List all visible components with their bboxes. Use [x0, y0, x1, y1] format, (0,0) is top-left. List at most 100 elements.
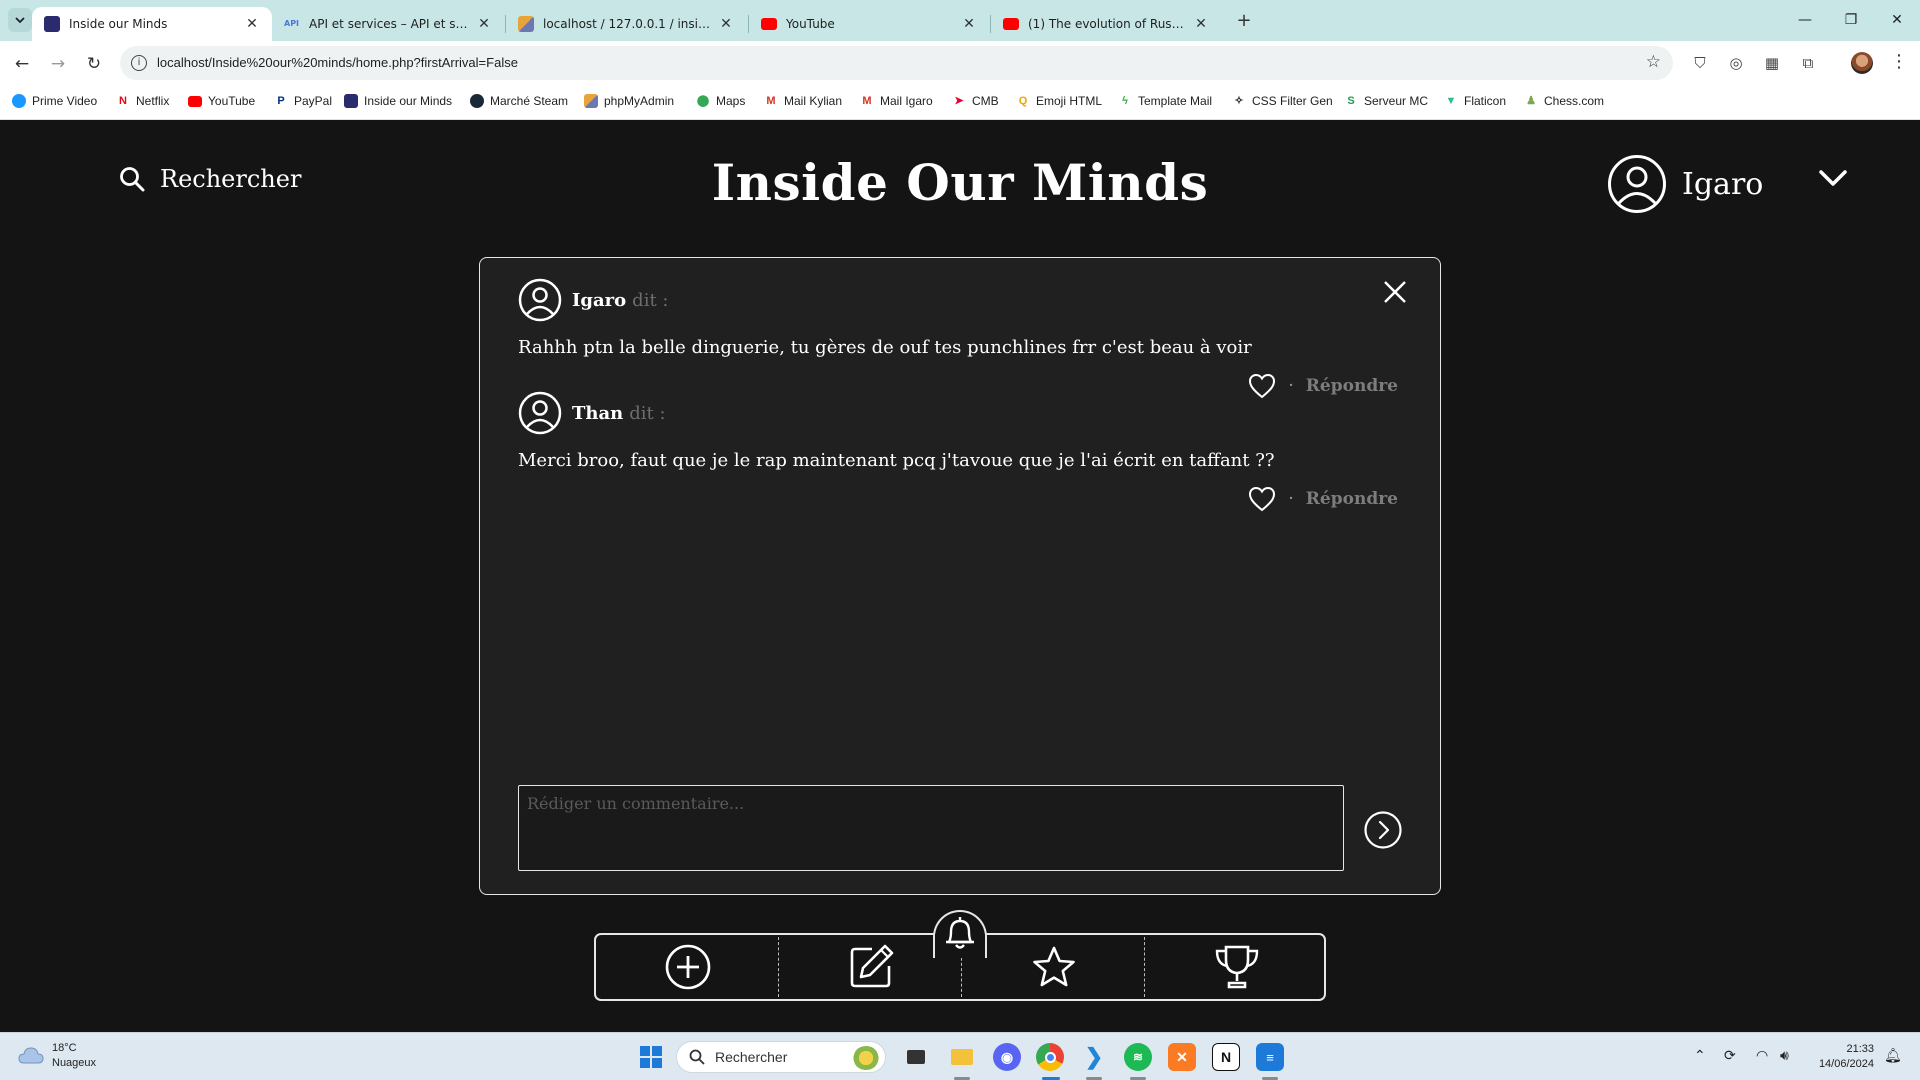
- windows-start-icon[interactable]: [640, 1046, 662, 1068]
- comment-input[interactable]: [518, 785, 1344, 871]
- xampp-icon[interactable]: ✕: [1168, 1043, 1196, 1071]
- weather-desc: Nuageux: [52, 1057, 97, 1069]
- restore-button[interactable]: ❐: [1828, 8, 1874, 32]
- chrome-icon[interactable]: [1036, 1043, 1064, 1071]
- comment-author[interactable]: Igaro: [572, 290, 626, 311]
- youtube-icon: [188, 95, 202, 107]
- bookmark-item[interactable]: P PayPal: [274, 94, 332, 108]
- youtube-favicon: [761, 18, 777, 30]
- bell-icon[interactable]: [940, 913, 980, 953]
- bookmark-item[interactable]: phpMyAdmin: [584, 94, 674, 108]
- favorites-button[interactable]: [962, 935, 1145, 999]
- profile-avatar[interactable]: [1851, 52, 1873, 74]
- browser-tab[interactable]: API API et services – API et services ✕: [272, 7, 504, 41]
- wifi-icon[interactable]: ◠: [1756, 1047, 1768, 1064]
- plus-circle-icon: [665, 944, 710, 990]
- taskbar-search[interactable]: Rechercher: [676, 1041, 886, 1073]
- comment-text: Merci broo, faut que je le rap maintenan…: [518, 450, 1275, 471]
- tray-overflow-icon[interactable]: ⌃: [1694, 1047, 1706, 1064]
- bookmark-item[interactable]: ▼ Flaticon: [1444, 94, 1506, 108]
- bookmark-item[interactable]: Marché Steam: [470, 94, 568, 108]
- css-filter-icon: ✧: [1234, 95, 1244, 107]
- qr-extension-icon[interactable]: ▦: [1762, 53, 1782, 73]
- paypal-icon: P: [277, 95, 285, 107]
- window-close-button[interactable]: ✕: [1874, 8, 1920, 32]
- bookmark-item[interactable]: Inside our Minds: [344, 94, 452, 108]
- add-post-button[interactable]: [596, 935, 779, 999]
- browser-menu-icon[interactable]: ⋮: [1890, 51, 1908, 72]
- bookmark-item[interactable]: S Serveur MC: [1344, 94, 1428, 108]
- shield-extension-icon[interactable]: ⛉: [1690, 53, 1710, 73]
- browser-tab[interactable]: localhost / 127.0.0.1 / insidehig ✕: [506, 7, 746, 41]
- sync-icon[interactable]: ⟳: [1724, 1047, 1736, 1064]
- reload-button[interactable]: ↻: [80, 50, 108, 78]
- bookmark-star-icon[interactable]: ☆: [1646, 52, 1661, 72]
- emoji-icon: Q: [1018, 95, 1028, 107]
- comment-author[interactable]: Than: [572, 403, 623, 424]
- steam-icon: [470, 94, 484, 108]
- task-view-icon[interactable]: [902, 1043, 930, 1071]
- tab-search-dropdown[interactable]: [8, 8, 32, 32]
- bookmark-item[interactable]: M Mail Kylian: [764, 94, 842, 108]
- weather-temp: 18°C: [52, 1042, 77, 1054]
- bookmark-item[interactable]: ϟ Template Mail: [1118, 94, 1212, 108]
- api-favicon: API: [284, 19, 300, 28]
- close-icon[interactable]: ✕: [961, 16, 977, 32]
- notion-icon[interactable]: N: [1212, 1043, 1240, 1071]
- cmb-icon: ➤: [954, 95, 964, 107]
- volume-icon[interactable]: 🔊︎: [1780, 1047, 1789, 1064]
- minimize-button[interactable]: —: [1782, 8, 1828, 32]
- chevron-down-icon[interactable]: [1818, 168, 1848, 188]
- bookmark-item[interactable]: ✧ CSS Filter Gen: [1232, 94, 1332, 108]
- bookmark-item[interactable]: N Netflix: [116, 94, 169, 108]
- address-bar[interactable]: i localhost/Inside%20our%20minds/home.ph…: [120, 46, 1673, 80]
- gmail-icon: M: [766, 95, 776, 107]
- bookmark-item[interactable]: YouTube: [188, 94, 255, 108]
- reply-link[interactable]: Répondre: [1306, 489, 1398, 509]
- tab-title: (1) The evolution of Rust - 2013: [1028, 17, 1185, 31]
- leaderboard-button[interactable]: [1145, 935, 1328, 999]
- star-icon: [1032, 946, 1075, 987]
- clock[interactable]: 21:33 14/06/2024: [1810, 1042, 1874, 1072]
- heart-icon[interactable]: [1248, 486, 1276, 512]
- user-avatar-icon: [518, 391, 562, 435]
- forward-button[interactable]: →: [44, 50, 72, 78]
- chevron-down-icon: [15, 17, 25, 24]
- bookmark-item[interactable]: ⬤ Maps: [696, 94, 746, 108]
- browser-toolbar: ← → ↻ i localhost/Inside%20our%20minds/h…: [0, 41, 1920, 86]
- browser-tabstrip: Inside our Minds ✕ API API et services –…: [0, 0, 1920, 41]
- youtube-favicon: [1003, 18, 1019, 30]
- bookmark-item[interactable]: Prime Video: [12, 94, 97, 108]
- bookmark-item[interactable]: ➤ CMB: [952, 94, 998, 108]
- browser-tab[interactable]: (1) The evolution of Rust - 2013 ✕: [991, 7, 1221, 41]
- bookmark-item[interactable]: M Mail Igaro: [860, 94, 932, 108]
- maps-icon: ⬤: [696, 95, 710, 107]
- back-button[interactable]: ←: [8, 50, 36, 78]
- bookmark-item[interactable]: ♟ Chess.com: [1524, 94, 1604, 108]
- vscode-icon[interactable]: ❯: [1080, 1043, 1108, 1071]
- close-icon[interactable]: ✕: [1193, 16, 1209, 32]
- extension-icon[interactable]: ◎: [1726, 53, 1746, 73]
- edit-pencil-icon: [850, 944, 893, 988]
- user-menu[interactable]: Igaro: [1607, 154, 1763, 214]
- close-icon[interactable]: ✕: [718, 16, 734, 32]
- bookmark-item[interactable]: Q Emoji HTML: [1016, 94, 1102, 108]
- spotify-icon[interactable]: ≋: [1124, 1043, 1152, 1071]
- send-arrow-icon[interactable]: [1364, 811, 1402, 849]
- weather-widget[interactable]: 18°C Nuageux: [18, 1041, 96, 1071]
- comment-says: dit :: [629, 402, 666, 424]
- new-tab-button[interactable]: +: [1233, 10, 1255, 32]
- browser-tab[interactable]: YouTube ✕: [749, 7, 989, 41]
- notepad-icon[interactable]: ≡: [1256, 1043, 1284, 1071]
- separator-dot: ·: [1288, 489, 1294, 509]
- notification-bell-icon[interactable]: 🔔︎: [1884, 1047, 1902, 1064]
- file-explorer-icon[interactable]: [948, 1043, 976, 1071]
- browser-tab[interactable]: Inside our Minds ✕: [32, 7, 272, 41]
- discord-icon[interactable]: ◉: [993, 1043, 1021, 1071]
- serveur-mc-icon: S: [1347, 95, 1355, 107]
- extensions-puzzle-icon[interactable]: ⧉: [1798, 53, 1818, 73]
- close-icon[interactable]: ✕: [476, 16, 492, 32]
- site-info-icon[interactable]: i: [131, 55, 147, 71]
- clock-time: 21:33: [1846, 1043, 1874, 1055]
- close-icon[interactable]: ✕: [244, 16, 260, 32]
